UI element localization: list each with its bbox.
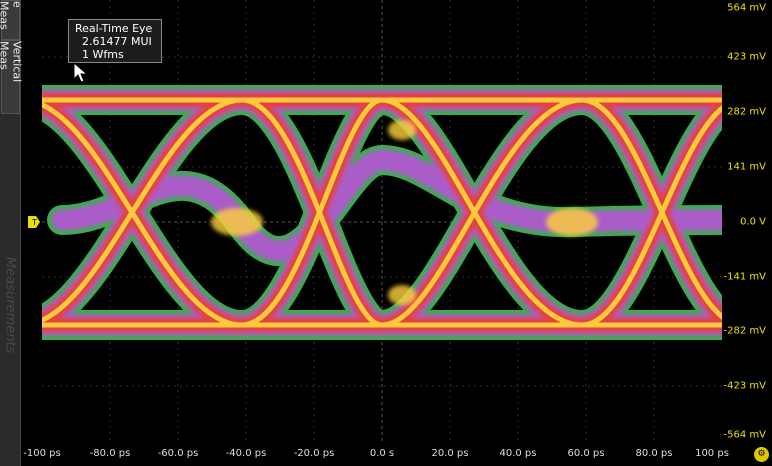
tab-meas-label: e Meas [0,1,24,30]
tab-vertical-meas[interactable]: Vertical Meas [0,40,24,114]
measurement-tooltip: Real-Time Eye 2.61477 MUI 1 Wfms [68,19,162,63]
y-axis: 564 mV 423 mV 282 mV 141 mV 0.0 V -141 m… [722,0,772,441]
x-tick-label: 100 ps [695,448,729,459]
x-tick-label: 80.0 ps [635,448,673,459]
eye-diagram-plot[interactable] [42,0,722,441]
tooltip-title: Real-Time Eye [75,22,153,35]
x-axis: -100 ps -80.0 ps -60.0 ps -40.0 ps -20.0… [23,441,729,466]
x-tick-label: -100 ps [23,448,61,459]
measurements-watermark: Measurements [2,256,18,354]
tab-vertical-meas-label: Vertical Meas [0,41,24,83]
tooltip-value: 2.61477 MUI [82,35,152,48]
side-panel: e Meas Vertical Meas Measurements [0,0,24,466]
trigger-level-marker[interactable]: T [28,215,40,229]
y-tick-label: 141 mV [727,161,766,173]
tab-meas[interactable]: e Meas [0,0,24,40]
y-tick-label: -423 mV [723,380,766,392]
y-tick-label: -282 mV [723,325,766,337]
x-tick-label: 20.0 ps [431,448,469,459]
y-tick-label: 282 mV [727,106,766,118]
y-tick-label: 564 mV [727,2,766,14]
tooltip-count: 1 Wfms [82,48,124,61]
eye-diagram [42,0,722,441]
x-tick-label: -20.0 ps [293,448,335,459]
y-tick-label: 0.0 V [740,216,766,228]
x-tick-label: 60.0 ps [567,448,605,459]
trigger-marker-label: T [31,218,37,227]
y-tick-label: -564 mV [723,429,766,441]
x-tick-label: -80.0 ps [89,448,131,459]
x-tick-label: 40.0 ps [499,448,537,459]
x-tick-label: 0.0 s [369,448,395,459]
y-tick-label: 423 mV [727,51,766,63]
settings-gear-icon[interactable]: ⚙ [754,447,769,462]
arrow-cursor-icon [73,62,89,83]
x-tick-label: -60.0 ps [157,448,199,459]
x-tick-label: -40.0 ps [225,448,267,459]
y-tick-label: -141 mV [723,271,766,283]
